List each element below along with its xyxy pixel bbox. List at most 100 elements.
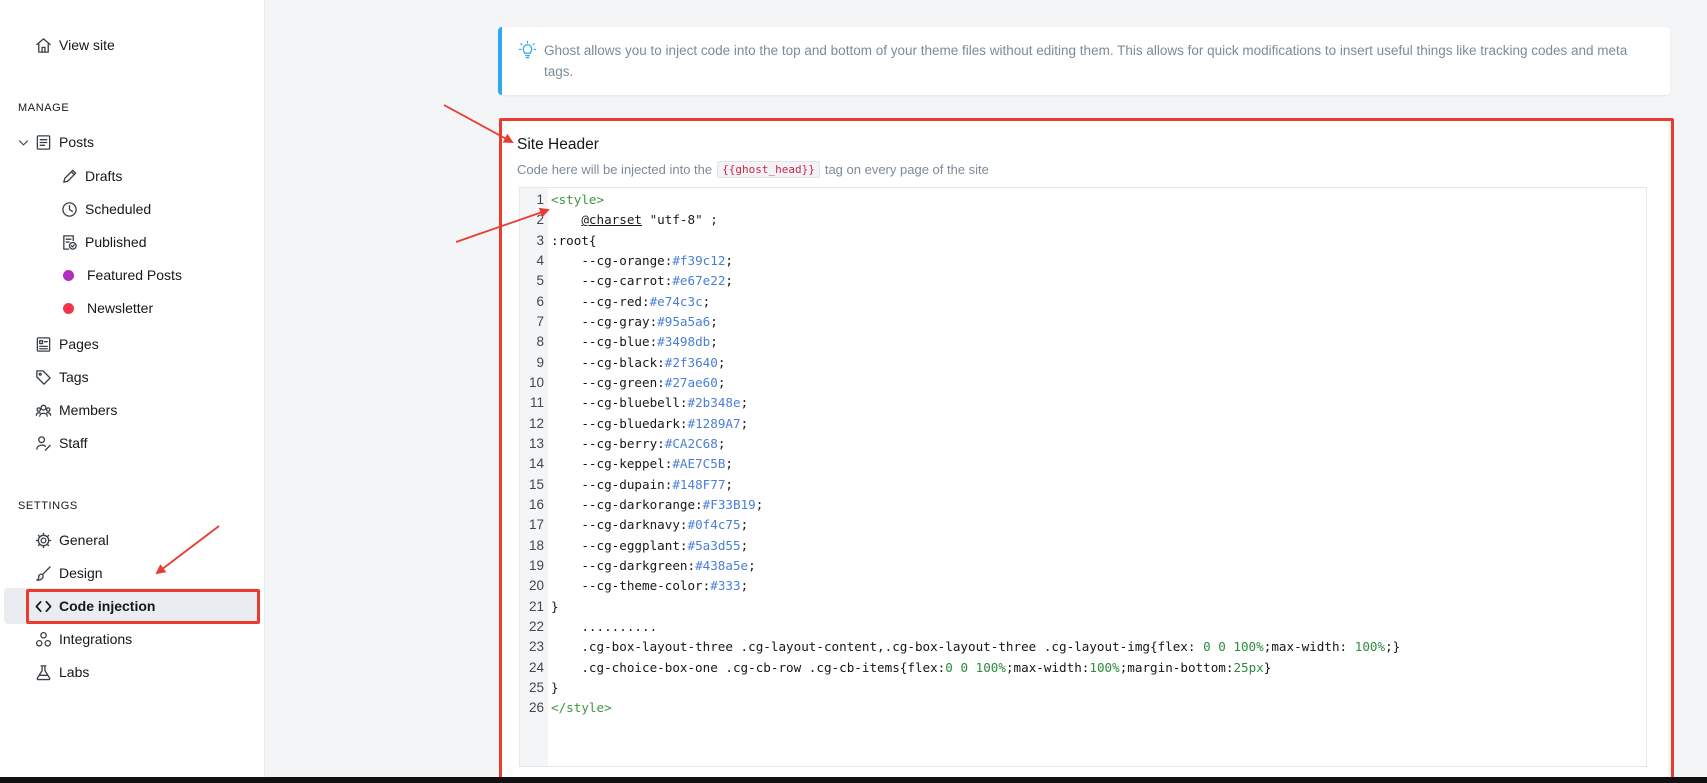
code-token: ;max-width: xyxy=(1263,639,1355,655)
sidebar-item-label: Design xyxy=(59,565,103,581)
code-text: --cg-bluedark:#1289A7; xyxy=(551,413,748,435)
sidebar-item-published[interactable]: Published xyxy=(60,226,147,258)
sidebar-item-labs[interactable]: Labs xyxy=(34,656,89,688)
sidebar-item-general[interactable]: General xyxy=(34,524,109,556)
sidebar-item-integrations[interactable]: Integrations xyxy=(34,623,132,655)
code-token: #f39c12 xyxy=(672,252,726,268)
code-token: 100% xyxy=(1089,659,1120,675)
code-token: #95a5a6 xyxy=(657,313,711,329)
site-header-title: Site Header xyxy=(517,136,599,153)
members-icon xyxy=(34,401,52,419)
code-line: 18 --cg-eggplant:#5a3d55; xyxy=(520,535,1646,557)
code-token: ; xyxy=(740,517,749,533)
code-token: #148F77 xyxy=(672,476,726,492)
code-token: .......... xyxy=(551,618,658,634)
sidebar-item-label: Posts xyxy=(59,134,95,150)
code-text: --cg-darknavy:#0f4c75; xyxy=(551,514,748,536)
code-token: ; xyxy=(717,354,726,370)
view-site-link[interactable]: View site xyxy=(34,29,115,61)
pages-icon xyxy=(34,335,52,353)
code-line: 19 --cg-darkgreen:#438a5e; xyxy=(520,555,1646,577)
chevron-down-icon[interactable] xyxy=(16,133,30,151)
line-number: 2 xyxy=(536,212,544,228)
line-number: 19 xyxy=(528,557,544,573)
line-number: 8 xyxy=(536,334,544,350)
code-token: ;margin-bottom: xyxy=(1119,659,1234,675)
code-text: </style> xyxy=(551,697,612,719)
line-number: 12 xyxy=(528,415,544,431)
code-text: --cg-theme-color:#333; xyxy=(551,575,748,597)
sidebar-item-label: Members xyxy=(59,402,118,418)
code-line: 3:root{ xyxy=(520,230,1646,252)
line-number: 16 xyxy=(528,496,544,512)
sidebar-item-label: Published xyxy=(85,234,147,250)
code-token: --cg-darkorange: xyxy=(551,496,703,512)
code-token: </style> xyxy=(551,700,612,716)
sidebar-item-pages[interactable]: Pages xyxy=(34,328,99,360)
code-token: --cg-blue: xyxy=(551,334,658,350)
code-line: 26 </style> xyxy=(520,697,1646,719)
line-number: 22 xyxy=(528,618,544,634)
code-text: --cg-keppel:#AE7C5B; xyxy=(551,453,733,475)
desc-before: Code here will be injected into the xyxy=(517,162,713,177)
code-line: 8 --cg-blue:#3498db; xyxy=(520,331,1646,353)
sidebar-item-drafts[interactable]: Drafts xyxy=(60,160,122,192)
site-header-code-editor[interactable]: 1 <style> 2 @charset "utf-8" ; 3:root{4 --c… xyxy=(519,187,1647,767)
line-number: 11 xyxy=(529,395,544,411)
posts-icon xyxy=(34,133,52,151)
code-token: ; xyxy=(702,293,711,309)
code-token: .cg-box-layout-three .cg-layout-content,… xyxy=(551,639,1204,655)
sidebar-item-members[interactable]: Members xyxy=(34,394,117,426)
code-line: 16 --cg-darkorange:#F33B19; xyxy=(520,494,1646,516)
sidebar-item-design[interactable]: Design xyxy=(34,557,103,589)
code-token: --cg-darkgreen: xyxy=(551,557,696,573)
pencil-icon xyxy=(60,167,78,185)
sidebar-item-staff[interactable]: Staff xyxy=(34,427,88,459)
line-number: 26 xyxy=(528,700,544,716)
lightbulb-icon xyxy=(518,40,537,64)
code-token: #333 xyxy=(710,578,741,594)
code-token: ; xyxy=(740,578,749,594)
sidebar-item-label: Staff xyxy=(59,435,88,451)
code-token: #e67e22 xyxy=(672,273,726,289)
code-text: --cg-berry:#CA2C68; xyxy=(551,433,725,455)
sidebar-item-tags[interactable]: Tags xyxy=(34,361,89,393)
code-text: --cg-green:#27ae60; xyxy=(551,372,725,394)
code-text: @charset "utf-8" ; xyxy=(551,209,718,231)
code-token: #2f3640 xyxy=(664,354,718,370)
clock-icon xyxy=(60,200,78,218)
code-line: 4 --cg-orange:#f39c12; xyxy=(520,250,1646,272)
code-token: #AE7C5B xyxy=(672,456,726,472)
code-token: #CA2C68 xyxy=(664,435,718,451)
line-number: 15 xyxy=(528,476,544,492)
brush-icon xyxy=(34,564,52,582)
code-token: #2b348e xyxy=(687,395,741,411)
sidebar-item-newsletter[interactable]: Newsletter xyxy=(60,292,153,324)
sidebar-item-label: Labs xyxy=(59,664,90,680)
line-number: 3 xyxy=(536,232,544,248)
code-text: --cg-black:#2f3640; xyxy=(551,352,725,374)
code-token: #438a5e xyxy=(695,557,749,573)
code-line: 12 --cg-bluedark:#1289A7; xyxy=(520,413,1646,435)
newsletter-dot-icon xyxy=(63,302,74,314)
code-token: --cg-green: xyxy=(551,374,665,390)
code-token: #1289A7 xyxy=(687,415,741,431)
bottom-edge-bar xyxy=(0,777,1707,783)
code-text: --cg-dupain:#148F77; xyxy=(551,474,733,496)
line-number: 1 xyxy=(536,192,544,207)
code-text: } xyxy=(551,596,559,618)
code-text: --cg-red:#e74c3c; xyxy=(551,291,710,313)
code-token: #5a3d55 xyxy=(687,537,741,553)
code-text: --cg-orange:#f39c12; xyxy=(551,250,733,272)
code-token: ; xyxy=(748,557,756,573)
code-line: 9 --cg-black:#2f3640; xyxy=(520,352,1646,374)
code-token: #3498db xyxy=(657,334,711,350)
sidebar-item-label: Tags xyxy=(59,369,89,385)
code-token: 25px xyxy=(1233,659,1264,675)
code-token: #e74c3c xyxy=(649,293,703,309)
code-token: 100% xyxy=(1354,639,1386,655)
sidebar-item-featured-posts[interactable]: Featured Posts xyxy=(60,259,182,291)
line-number: 6 xyxy=(536,293,544,309)
sidebar-item-scheduled[interactable]: Scheduled xyxy=(60,193,151,225)
sidebar-item-posts[interactable]: Posts xyxy=(16,126,94,158)
